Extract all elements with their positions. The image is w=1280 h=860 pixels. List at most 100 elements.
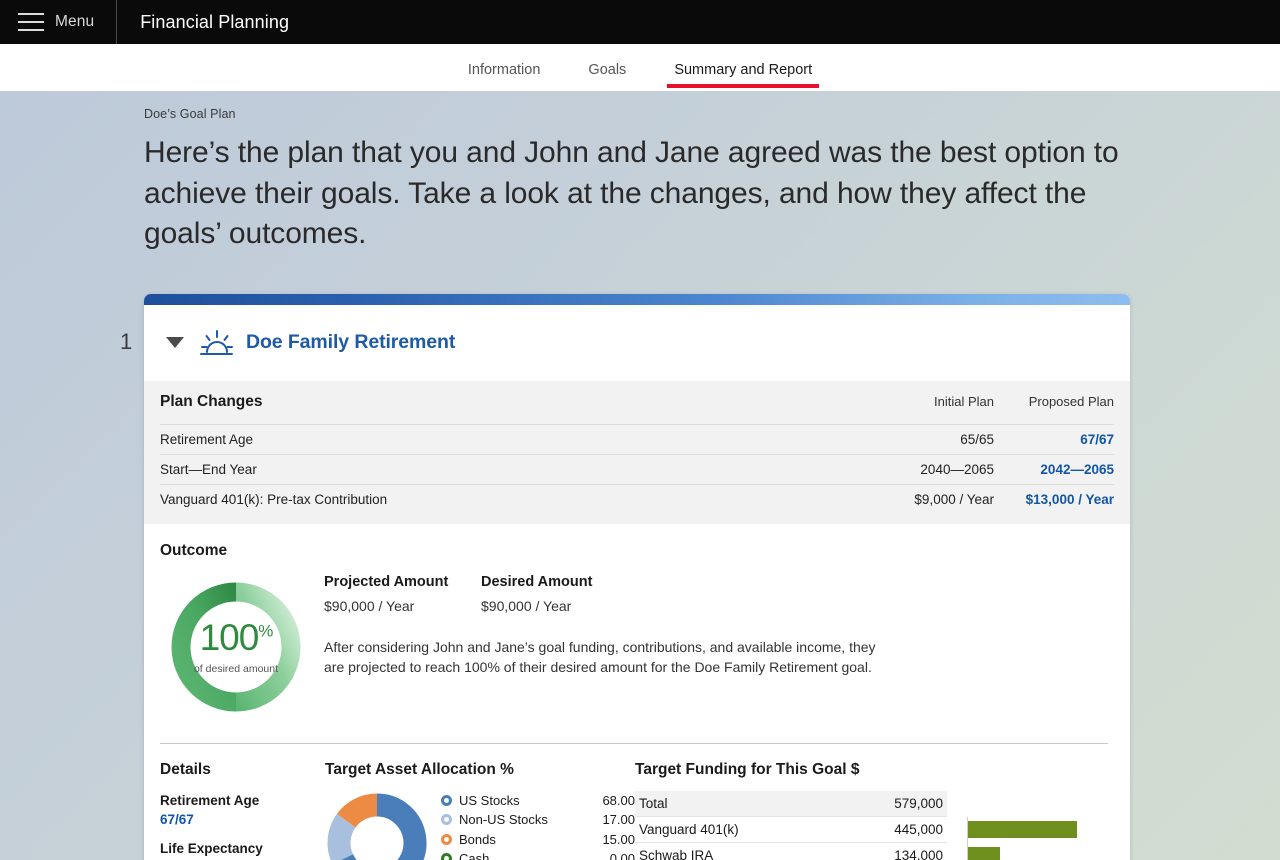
funding-bar: [967, 821, 1077, 838]
detail-label: Retirement Age: [160, 793, 325, 808]
legend-marker-icon: [441, 853, 452, 860]
goal-index: 1: [120, 329, 132, 355]
funding-source-label: Total: [639, 796, 894, 811]
legend-item: Non-US Stocks17.00: [441, 810, 635, 830]
percent-symbol: %: [258, 621, 272, 640]
legend-marker-icon: [441, 814, 452, 825]
projected-amount-value: $90,000 / Year: [324, 598, 481, 614]
bar-slot: [967, 817, 1108, 843]
funding-amount: 445,000: [894, 822, 943, 837]
goal-title[interactable]: Doe Family Retirement: [246, 331, 455, 354]
legend-value: 0.00: [583, 851, 635, 860]
detail-label: Life Expectancy: [160, 841, 325, 856]
column-header-initial-plan: Initial Plan: [844, 394, 994, 409]
outcome-gauge: 100% of desired amount: [167, 578, 305, 716]
detail-item: Life Expectancy 90/90: [160, 841, 325, 860]
table-row: Retirement Age 65/65 67/67: [160, 424, 1114, 454]
chevron-down-icon[interactable]: [166, 337, 184, 348]
table-row: Schwab IRA134,000: [635, 843, 947, 860]
row-proposed-value: 2042—2065: [994, 462, 1114, 477]
desired-amount-value: $90,000 / Year: [481, 598, 592, 614]
goal-card-header[interactable]: Doe Family Retirement: [144, 305, 1130, 381]
outcome-percent: 100%: [200, 619, 273, 656]
app-header: Menu Financial Planning: [0, 0, 1280, 44]
app-title: Financial Planning: [117, 12, 289, 33]
outcome-title: Outcome: [160, 542, 1108, 560]
outcome-gauge-wrapper: 100% of desired amount: [160, 574, 312, 716]
outcome-paragraph: After considering John and Jane’s goal f…: [324, 637, 884, 678]
bar-axis-line: [967, 817, 968, 860]
legend-label: US Stocks: [459, 793, 583, 808]
goal-card-wrapper: 1 Doe Family Retirement: [0, 294, 1280, 860]
details-column: Details Retirement Age 67/67 Life Expect…: [160, 761, 325, 860]
tab-goals[interactable]: Goals: [564, 62, 650, 91]
details-title: Details: [160, 761, 325, 779]
desired-amount-block: Desired Amount $90,000 / Year: [481, 574, 592, 614]
legend-item: Cash0.00: [441, 849, 635, 860]
card-accent-bar: [144, 294, 1130, 305]
funding-source-label: Vanguard 401(k): [639, 822, 894, 837]
allocation-donut-chart: [325, 791, 429, 860]
legend-value: 15.00: [583, 832, 635, 847]
row-initial-value: 2040—2065: [844, 462, 994, 477]
projected-amount-label: Projected Amount: [324, 574, 481, 590]
legend-item: US Stocks68.00: [441, 791, 635, 811]
funding-column: Target Funding for This Goal $ Total579,…: [635, 761, 1108, 860]
hamburger-icon[interactable]: [18, 13, 44, 31]
plan-changes-header: Plan Changes Initial Plan Proposed Plan: [160, 381, 1114, 424]
allocation-donut-svg: [325, 791, 429, 860]
allocation-legend: US Stocks68.00Non-US Stocks17.00Bonds15.…: [441, 791, 635, 860]
table-row: Start—End Year 2040—2065 2042—2065: [160, 454, 1114, 484]
funding-amount: 579,000: [894, 796, 943, 811]
detail-value: 67/67: [160, 812, 325, 827]
row-label: Start—End Year: [160, 462, 844, 477]
legend-value: 17.00: [583, 812, 635, 827]
outcome-details: Projected Amount $90,000 / Year Desired …: [312, 574, 1108, 678]
legend-label: Non-US Stocks: [459, 812, 583, 827]
goal-card: Doe Family Retirement Plan Changes Initi…: [144, 294, 1130, 860]
page-headline: Here’s the plan that you and John and Ja…: [144, 133, 1119, 255]
funding-amount: 134,000: [894, 848, 943, 860]
outcome-body: 100% of desired amount Projected Amount …: [160, 566, 1108, 716]
row-initial-value: $9,000 / Year: [844, 492, 994, 507]
plan-kicker: Doe’s Goal Plan: [144, 107, 1280, 121]
detail-item: Retirement Age 67/67: [160, 793, 325, 827]
row-proposed-value: $13,000 / Year: [994, 492, 1114, 507]
desired-amount-label: Desired Amount: [481, 574, 592, 590]
details-row: Details Retirement Age 67/67 Life Expect…: [144, 744, 1130, 860]
row-label: Vanguard 401(k): Pre-tax Contribution: [160, 492, 844, 507]
row-initial-value: 65/65: [844, 432, 994, 447]
bar-slot: [967, 843, 1108, 860]
funding-rows: Total579,000Vanguard 401(k)445,000Schwab…: [635, 791, 947, 860]
outcome-section: Outcome: [144, 524, 1130, 716]
legend-value: 68.00: [583, 793, 635, 808]
legend-item: Bonds15.00: [441, 830, 635, 850]
tab-summary-and-report[interactable]: Summary and Report: [650, 62, 836, 91]
funding-bar-chart: 0: [947, 791, 1108, 860]
page-content: Doe’s Goal Plan Here’s the plan that you…: [0, 91, 1280, 860]
outcome-gauge-center: 100% of desired amount: [167, 578, 305, 716]
allocation-title: Target Asset Allocation %: [325, 761, 635, 779]
plan-changes-title: Plan Changes: [160, 393, 844, 411]
legend-marker-icon: [441, 834, 452, 845]
funding-title: Target Funding for This Goal $: [635, 761, 1108, 779]
column-header-proposed-plan: Proposed Plan: [994, 394, 1114, 409]
donut-slice: [346, 805, 377, 821]
row-proposed-value: 67/67: [994, 432, 1114, 447]
projected-amount-block: Projected Amount $90,000 / Year: [324, 574, 481, 614]
row-label: Retirement Age: [160, 432, 844, 447]
table-row: Vanguard 401(k)445,000: [635, 817, 947, 843]
table-row: Total579,000: [635, 791, 947, 817]
sunrise-icon: [200, 328, 234, 358]
outcome-amounts: Projected Amount $90,000 / Year Desired …: [324, 574, 1108, 614]
menu-label: Menu: [55, 13, 94, 31]
plan-changes-table: Plan Changes Initial Plan Proposed Plan …: [144, 381, 1130, 524]
tab-information[interactable]: Information: [444, 62, 565, 91]
funding-bar: [967, 847, 1000, 860]
legend-label: Bonds: [459, 832, 583, 847]
legend-label: Cash: [459, 851, 583, 860]
allocation-body: US Stocks68.00Non-US Stocks17.00Bonds15.…: [325, 791, 635, 860]
legend-marker-icon: [441, 795, 452, 806]
funding-table: Total579,000Vanguard 401(k)445,000Schwab…: [635, 791, 1108, 860]
menu-button[interactable]: Menu: [0, 0, 117, 44]
